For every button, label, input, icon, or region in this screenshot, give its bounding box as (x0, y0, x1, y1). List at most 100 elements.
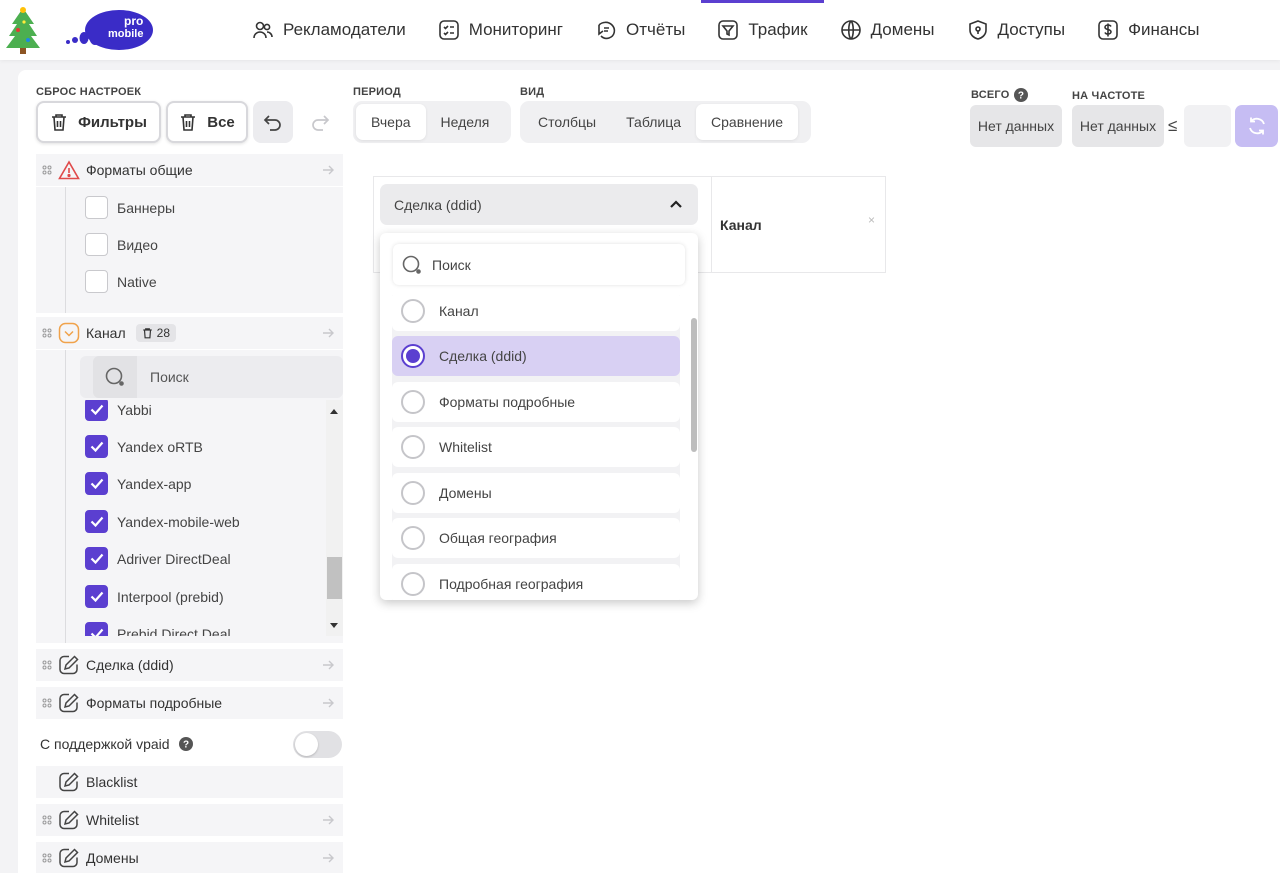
radio-button-selected[interactable] (401, 344, 425, 368)
warning-icon (58, 160, 80, 180)
filter-group-formats-detailed[interactable]: Форматы подробные (36, 687, 343, 719)
radio-button[interactable] (401, 390, 425, 414)
nav-item-finance[interactable]: Финансы (1081, 0, 1215, 60)
users-icon (253, 21, 273, 39)
refresh-button[interactable] (1235, 105, 1278, 147)
nav-item-reports[interactable]: Отчёты (579, 0, 701, 60)
dropdown-option-deal[interactable]: Сделка (ddid) (392, 336, 680, 376)
dropdown-option-formats-detailed[interactable]: Форматы подробные (392, 382, 680, 422)
drag-handle-icon[interactable] (36, 853, 58, 863)
checkbox-row-yandex-mobile-web[interactable]: Yandex-mobile-web (85, 510, 240, 533)
drag-handle-icon[interactable] (36, 660, 58, 670)
dropdown-option-domains[interactable]: Домены (392, 473, 680, 513)
view-option-columns[interactable]: Столбцы (523, 104, 611, 140)
checkbox-row-adriver[interactable]: Adriver DirectDeal (85, 547, 231, 570)
svg-text:?: ? (1018, 91, 1024, 102)
drag-handle-icon[interactable] (36, 815, 58, 825)
scrollbar-thumb[interactable] (327, 557, 342, 599)
checkbox-checked[interactable] (85, 472, 108, 495)
checkbox-row-yandex-app[interactable]: Yandex-app (85, 472, 191, 495)
view-label: Вид (520, 86, 545, 98)
column-header-channel: Канал (720, 217, 762, 233)
scroll-down-icon[interactable] (329, 622, 339, 629)
help-icon[interactable]: ? (1014, 88, 1029, 102)
edit-icon (58, 809, 80, 831)
nav-item-monitoring[interactable]: Мониторинг (422, 0, 579, 60)
nav-item-domains[interactable]: Домены (824, 0, 951, 60)
radio-button[interactable] (401, 572, 425, 596)
view-option-compare[interactable]: Сравнение (696, 104, 799, 140)
checkbox[interactable] (85, 270, 108, 293)
reset-all-button[interactable]: Все (166, 101, 248, 143)
channel-list-scrollbar[interactable] (326, 400, 343, 636)
arrow-right-icon[interactable] (321, 658, 335, 672)
drag-handle-icon[interactable] (36, 165, 58, 175)
filter-group-whitelist[interactable]: Whitelist (36, 804, 343, 836)
radio-button[interactable] (401, 481, 425, 505)
arrow-right-icon[interactable] (321, 163, 335, 177)
checkbox-checked[interactable] (85, 585, 108, 608)
dropdown-option-channel[interactable]: Канал (392, 291, 680, 331)
radio-button[interactable] (401, 435, 425, 459)
nav-item-advertisers[interactable]: Рекламодатели (236, 0, 422, 60)
checkbox-row-prebid-direct[interactable]: Prebid Direct Deal (85, 622, 231, 636)
filter-group-blacklist[interactable]: Blacklist (36, 766, 343, 798)
remove-column-icon[interactable]: × (868, 213, 875, 227)
undo-button[interactable] (253, 101, 293, 143)
redo-button[interactable] (300, 101, 340, 143)
checkbox-row-banners[interactable]: Баннеры (85, 196, 175, 219)
filter-group-deal[interactable]: Сделка (ddid) (36, 649, 343, 681)
period-option-week[interactable]: Неделя (426, 104, 505, 140)
checkbox-checked[interactable] (85, 622, 108, 636)
view-option-table[interactable]: Таблица (611, 104, 696, 140)
drag-handle-icon[interactable] (36, 698, 58, 708)
arrow-right-icon[interactable] (321, 326, 335, 340)
period-option-yesterday[interactable]: Вчера (356, 104, 426, 140)
select-value: Сделка (ddid) (394, 196, 482, 213)
top-navigation: pro mobile Рекламодатели Мониторинг Отчё… (0, 0, 1280, 60)
arrow-right-icon[interactable] (321, 813, 335, 827)
main-nav: Рекламодатели Мониторинг Отчёты Трафик Д… (236, 0, 1215, 60)
checkbox[interactable] (85, 233, 108, 256)
checkbox[interactable] (85, 196, 108, 219)
compare-dimension-select[interactable]: Сделка (ddid) (380, 184, 698, 225)
checkbox-checked[interactable] (85, 400, 108, 421)
scroll-up-icon[interactable] (329, 408, 339, 415)
nav-item-traffic[interactable]: Трафик (701, 0, 824, 60)
total-value: Нет данных (970, 105, 1062, 147)
frequency-input[interactable] (1184, 105, 1231, 147)
dropdown-option-whitelist[interactable]: Whitelist (392, 427, 680, 467)
checkbox-row-yandex-ortb[interactable]: Yandex oRTB (85, 435, 203, 458)
reset-filters-button[interactable]: Фильтры (36, 101, 161, 143)
filter-group-formats-general[interactable]: Форматы общие (36, 154, 343, 186)
checkbox-row-video[interactable]: Видео (85, 233, 158, 256)
checkbox-row-native[interactable]: Native (85, 270, 157, 293)
channel-search-input[interactable]: Поиск (80, 356, 343, 398)
filter-group-channel[interactable]: Канал 28 (36, 317, 343, 349)
checkbox-checked[interactable] (85, 510, 108, 533)
dropdown-search-input[interactable]: Поиск (393, 244, 685, 285)
selected-count-badge[interactable]: 28 (135, 324, 176, 342)
arrow-right-icon[interactable] (321, 696, 335, 710)
nav-label: Финансы (1128, 20, 1200, 39)
radio-button[interactable] (401, 526, 425, 550)
vpaid-toggle[interactable] (293, 731, 342, 758)
compare-dropdown-menu: Поиск Канал Сделка (ddid) Форматы подроб… (380, 233, 698, 600)
dropdown-option-detailed-geo[interactable]: Подробная география (392, 564, 680, 600)
dollar-icon (1098, 20, 1118, 40)
dropdown-option-general-geo[interactable]: Общая география (392, 518, 680, 558)
dropdown-scrollbar[interactable] (691, 318, 697, 452)
filter-group-domains[interactable]: Домены (36, 842, 343, 873)
nav-label: Трафик (748, 20, 808, 39)
checkbox-row-yabbi[interactable]: Yabbi (85, 400, 152, 421)
checkbox-checked[interactable] (85, 547, 108, 570)
checkbox-row-interpool[interactable]: Interpool (prebid) (85, 585, 224, 608)
promobile-logo[interactable]: pro mobile (62, 6, 158, 54)
arrow-right-icon[interactable] (321, 851, 335, 865)
checkbox-checked[interactable] (85, 435, 108, 458)
radio-button[interactable] (401, 299, 425, 323)
help-icon[interactable]: ? (178, 737, 193, 751)
nav-item-access[interactable]: Доступы (951, 0, 1082, 60)
drag-handle-icon[interactable] (36, 328, 58, 338)
chevron-down-icon[interactable] (58, 322, 80, 344)
